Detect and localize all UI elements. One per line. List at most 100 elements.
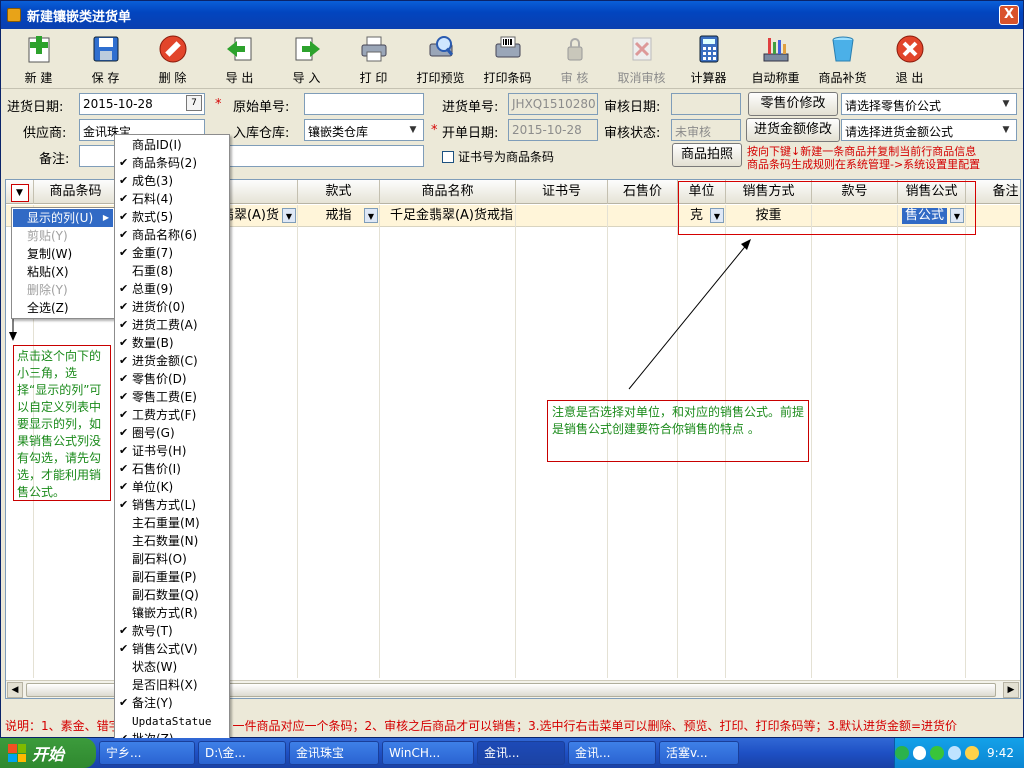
calendar-icon[interactable]: 7 bbox=[186, 95, 202, 111]
column-toggle-item[interactable]: 副石重量(P) bbox=[115, 568, 229, 586]
column-toggle-item[interactable]: ✔ 商品名称(6) bbox=[115, 226, 229, 244]
retail-price-edit-button[interactable]: 零售价修改 bbox=[748, 92, 838, 116]
scroll-left-icon[interactable]: ◀ bbox=[7, 682, 23, 698]
column-toggle-item[interactable]: 商品ID(I) bbox=[115, 136, 229, 154]
column-toggle-item[interactable]: 副石数量(Q) bbox=[115, 586, 229, 604]
column-toggle-item[interactable]: ✔ 数量(B) bbox=[115, 334, 229, 352]
print-barcode-button[interactable]: 打印条码 bbox=[474, 31, 541, 89]
column-toggle-item[interactable]: ✔ 零售工费(E) bbox=[115, 388, 229, 406]
column-toggle-item[interactable]: ✔ 备注(Y) bbox=[115, 694, 229, 712]
original-no-input[interactable] bbox=[304, 93, 424, 115]
warehouse-select[interactable]: 镶嵌类仓库 ▼ bbox=[304, 119, 424, 141]
plus-icon bbox=[23, 33, 55, 65]
column-toggle-item[interactable]: 主石数量(N) bbox=[115, 532, 229, 550]
col-header-barcode[interactable]: 商品条码 bbox=[34, 180, 118, 204]
title-bar[interactable]: 新建镶嵌类进货单 X bbox=[1, 1, 1023, 29]
exit-button[interactable]: 退 出 bbox=[876, 31, 943, 89]
col-header-cert[interactable]: 证书号 bbox=[516, 180, 608, 204]
close-window-button[interactable]: X bbox=[999, 5, 1019, 25]
task-3[interactable]: WinCH... bbox=[382, 741, 474, 765]
cell-stone-price[interactable] bbox=[608, 205, 678, 227]
checkmark-icon: ✔ bbox=[119, 156, 129, 169]
task-4[interactable]: 金讯... bbox=[477, 741, 565, 765]
required-star: * bbox=[431, 123, 438, 138]
col-header-style[interactable]: 款式 bbox=[298, 180, 380, 204]
checkmark-icon: ✔ bbox=[119, 300, 129, 313]
column-toggle-item[interactable]: 状态(W) bbox=[115, 658, 229, 676]
column-toggle-item[interactable]: ✔ 销售方式(L) bbox=[115, 496, 229, 514]
column-toggle-item[interactable]: UpdataStatue bbox=[115, 712, 229, 730]
column-toggle-item[interactable]: ✔ 总重(9) bbox=[115, 280, 229, 298]
task-6[interactable]: 活塞v... bbox=[659, 741, 739, 765]
tray-chat-icon[interactable] bbox=[930, 746, 944, 760]
column-toggle-item[interactable]: ✔ 款式(5) bbox=[115, 208, 229, 226]
purchase-date-field[interactable]: 2015-10-28 7 bbox=[79, 93, 205, 115]
cell-cert[interactable] bbox=[516, 205, 608, 227]
remark-label: 备注: bbox=[39, 152, 70, 167]
chevron-down-icon[interactable]: ▼ bbox=[364, 208, 378, 223]
col-header-stone-price[interactable]: 石售价 bbox=[608, 180, 678, 204]
delete-button[interactable]: 删 除 bbox=[139, 31, 206, 89]
scroll-right-icon[interactable]: ▶ bbox=[1003, 682, 1019, 698]
chevron-down-icon: ▼ bbox=[1002, 99, 1010, 109]
column-menu-button[interactable]: ▼ bbox=[6, 180, 34, 204]
column-toggle-item[interactable]: 镶嵌方式(R) bbox=[115, 604, 229, 622]
clock: 9:42 bbox=[987, 746, 1014, 760]
checkbox-box[interactable] bbox=[442, 151, 454, 163]
tray-network-icon[interactable] bbox=[947, 746, 962, 760]
task-5[interactable]: 金讯... bbox=[568, 741, 656, 765]
column-toggle-item[interactable]: ✔ 成色(3) bbox=[115, 172, 229, 190]
column-toggle-item[interactable]: ✔ 工费方式(F) bbox=[115, 406, 229, 424]
new-button[interactable]: 新 建 bbox=[5, 31, 72, 89]
save-button[interactable]: 保 存 bbox=[72, 31, 139, 89]
tray-volume-icon[interactable] bbox=[965, 746, 980, 760]
triangle-down-icon[interactable]: ▼ bbox=[10, 184, 29, 202]
column-toggle-item[interactable]: ✔ 销售公式(V) bbox=[115, 640, 229, 658]
import-button[interactable]: 导 入 bbox=[273, 31, 340, 89]
column-toggle-item[interactable]: ✔ 进货工费(A) bbox=[115, 316, 229, 334]
export-button[interactable]: 导 出 bbox=[206, 31, 273, 89]
purchase-amount-edit-button[interactable]: 进货金额修改 bbox=[746, 118, 840, 142]
column-toggle-item[interactable]: ✔ 零售价(D) bbox=[115, 370, 229, 388]
column-toggle-item[interactable]: 是否旧料(X) bbox=[115, 676, 229, 694]
col-header-name[interactable]: 商品名称 bbox=[380, 180, 516, 204]
column-toggle-item[interactable]: ✔ 单位(K) bbox=[115, 478, 229, 496]
column-toggle-item[interactable]: 副石料(O) bbox=[115, 550, 229, 568]
column-toggle-item[interactable]: 石重(8) bbox=[115, 262, 229, 280]
task-0[interactable]: 宁乡... bbox=[99, 741, 195, 765]
print-preview-button[interactable]: 打印预览 bbox=[407, 31, 474, 89]
print-button[interactable]: 打 印 bbox=[340, 31, 407, 89]
context-menu-item[interactable]: 粘贴(X) bbox=[13, 263, 113, 281]
tray-app-icon[interactable] bbox=[895, 746, 909, 760]
column-toggle-item[interactable]: ✔ 进货价(0) bbox=[115, 298, 229, 316]
context-menu-item[interactable]: 全选(Z) bbox=[13, 299, 113, 317]
column-toggle-item[interactable]: ✔ 款号(T) bbox=[115, 622, 229, 640]
column-toggle-item[interactable]: ✔ 圈号(G) bbox=[115, 424, 229, 442]
open-date-field: 2015-10-28 bbox=[508, 119, 598, 141]
calculator-button[interactable]: 计算器 bbox=[675, 31, 742, 89]
tray-arrow-icon[interactable] bbox=[912, 746, 927, 760]
preview-icon bbox=[425, 33, 457, 65]
column-toggle-item[interactable]: ✔ 商品条码(2) bbox=[115, 154, 229, 172]
product-photo-button[interactable]: 商品拍照 bbox=[672, 143, 742, 167]
cell-style[interactable]: 戒指 ▼ bbox=[298, 205, 380, 227]
replenish-button[interactable]: 商品补货 bbox=[809, 31, 876, 89]
purchase-formula-select[interactable]: 请选择进货金额公式 ▼ bbox=[841, 119, 1017, 141]
column-toggle-item[interactable]: ✔ 石料(4) bbox=[115, 190, 229, 208]
context-menu-item[interactable]: 显示的列(U) ▶ bbox=[13, 209, 113, 227]
cell-name[interactable]: 千足金翡翠(A)货戒指 bbox=[380, 205, 516, 227]
context-menu-item[interactable]: 复制(W) bbox=[13, 245, 113, 263]
chevron-down-icon[interactable]: ▼ bbox=[282, 208, 296, 223]
checkmark-icon: ✔ bbox=[119, 480, 129, 493]
auto-weigh-button[interactable]: 自动称重 bbox=[742, 31, 809, 89]
column-toggle-item[interactable]: ✔ 证书号(H) bbox=[115, 442, 229, 460]
column-toggle-item[interactable]: ✔ 进货金额(C) bbox=[115, 352, 229, 370]
column-toggle-item[interactable]: 主石重量(M) bbox=[115, 514, 229, 532]
column-toggle-item[interactable]: ✔ 金重(7) bbox=[115, 244, 229, 262]
task-2[interactable]: 金讯珠宝 bbox=[289, 741, 379, 765]
column-toggle-item[interactable]: ✔ 石售价(I) bbox=[115, 460, 229, 478]
task-1[interactable]: D:\金... bbox=[198, 741, 286, 765]
cert-barcode-checkbox[interactable]: 证书号为商品条码 bbox=[442, 148, 554, 165]
start-button[interactable]: 开始 bbox=[0, 738, 96, 768]
retail-formula-select[interactable]: 请选择零售价公式 ▼ bbox=[841, 93, 1017, 115]
